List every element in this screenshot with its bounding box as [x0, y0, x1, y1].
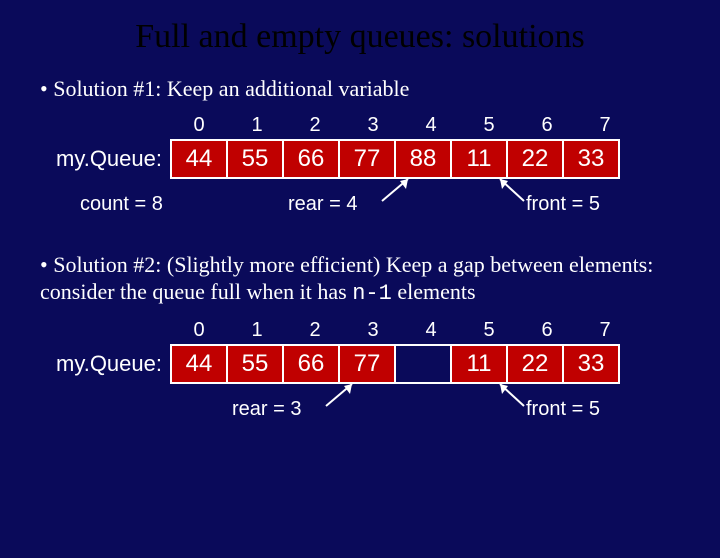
queue-cell: 33 — [562, 139, 620, 179]
solution2-text-b: n-1 — [352, 281, 392, 306]
front-label: front = 5 — [526, 398, 600, 421]
index: 3 — [344, 114, 402, 137]
queue-cell: 66 — [282, 344, 340, 384]
index: 2 — [286, 319, 344, 342]
queue-cell: 55 — [226, 344, 284, 384]
queue-cell: 55 — [226, 139, 284, 179]
arrow-icon — [496, 177, 526, 207]
queue-cell: 44 — [170, 344, 228, 384]
rear-label: rear = 3 — [232, 398, 301, 421]
index: 0 — [170, 319, 228, 342]
index: 1 — [228, 319, 286, 342]
queue-cell: 22 — [506, 344, 564, 384]
arrow-icon — [326, 382, 356, 412]
index: 2 — [286, 114, 344, 137]
solution1-indices: 0 1 2 3 4 5 6 7 — [170, 114, 720, 137]
queue-cell: 44 — [170, 139, 228, 179]
solution2-text-a: Solution #2: (Slightly more efficient) K… — [40, 252, 653, 303]
arrow-icon — [496, 382, 526, 412]
solution2-bullet: Solution #2: (Slightly more efficient) K… — [40, 252, 680, 307]
index: 0 — [170, 114, 228, 137]
queue-cell: 77 — [338, 139, 396, 179]
queue-cell: 22 — [506, 139, 564, 179]
arrow-icon — [382, 177, 412, 207]
solution2-text-c: elements — [392, 279, 476, 304]
queue-cell: 11 — [450, 344, 508, 384]
solution2-queue: 0 1 2 3 4 5 6 7 my.Queue: 44 55 66 77 11… — [0, 319, 720, 439]
solution1-queue: 0 1 2 3 4 5 6 7 my.Queue: 44 55 66 77 88… — [0, 114, 720, 234]
index: 4 — [402, 114, 460, 137]
index: 6 — [518, 319, 576, 342]
rear-label: rear = 4 — [288, 193, 357, 216]
index: 3 — [344, 319, 402, 342]
slide-title: Full and empty queues: solutions — [0, 18, 720, 56]
index: 1 — [228, 114, 286, 137]
queue-cell-empty — [394, 344, 452, 384]
index: 5 — [460, 114, 518, 137]
front-label: front = 5 — [526, 193, 600, 216]
index: 7 — [576, 114, 634, 137]
index: 4 — [402, 319, 460, 342]
index: 6 — [518, 114, 576, 137]
solution2-indices: 0 1 2 3 4 5 6 7 — [170, 319, 720, 342]
index: 7 — [576, 319, 634, 342]
queue-label: my.Queue: — [36, 351, 170, 377]
index: 5 — [460, 319, 518, 342]
queue-label: my.Queue: — [36, 146, 170, 172]
solution1-cells: 44 55 66 77 88 11 22 33 — [170, 139, 620, 179]
queue-cell: 11 — [450, 139, 508, 179]
queue-cell: 66 — [282, 139, 340, 179]
count-label: count = 8 — [80, 193, 163, 216]
solution1-bullet: Solution #1: Keep an additional variable — [40, 76, 680, 102]
queue-cell: 77 — [338, 344, 396, 384]
queue-cell: 33 — [562, 344, 620, 384]
queue-cell: 88 — [394, 139, 452, 179]
solution2-cells: 44 55 66 77 11 22 33 — [170, 344, 620, 384]
